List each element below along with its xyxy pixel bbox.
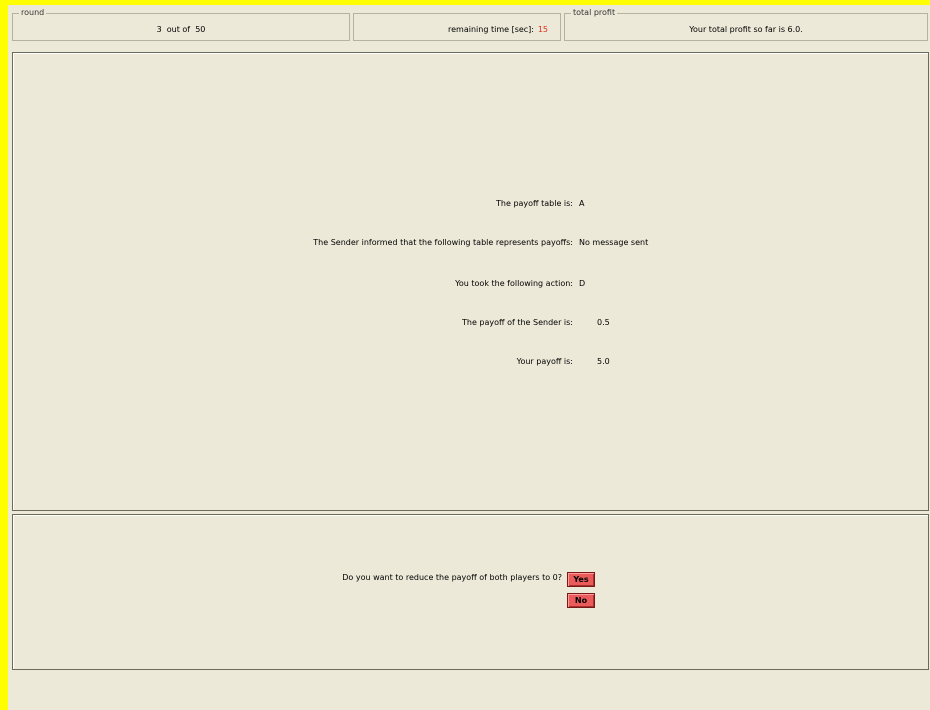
your-payoff-label: Your payoff is: [516, 357, 573, 366]
sender-message-value: No message sent [579, 238, 649, 247]
action-value: D [579, 279, 586, 288]
timer-value: 15 [537, 25, 548, 34]
payoff-table-value: A [579, 199, 585, 208]
sender-payoff-value: 0.5 [597, 318, 610, 327]
profit-group-title: total profit [571, 8, 618, 18]
timer-group: remaining time [sec]: 15 [353, 13, 561, 41]
round-counter: 3 out of 50 [156, 25, 206, 34]
action-label: You took the following action: [455, 279, 573, 288]
yes-button[interactable]: Yes [567, 572, 595, 587]
sender-payoff-label: The payoff of the Sender is: [462, 318, 573, 327]
timer-label: remaining time [sec]: [448, 25, 534, 34]
results-panel: The payoff table is: A The Sender inform… [12, 52, 929, 511]
sender-message-label: The Sender informed that the following t… [313, 238, 573, 247]
round-group-title: round [19, 8, 47, 18]
profit-group: total profit Your total profit so far is… [564, 8, 928, 41]
left-border [0, 0, 8, 710]
decision-panel: Do you want to reduce the payoff of both… [12, 514, 929, 670]
your-payoff-value: 5.0 [597, 357, 610, 366]
no-button[interactable]: No [567, 593, 595, 608]
reduce-payoff-question: Do you want to reduce the payoff of both… [342, 573, 562, 582]
total-profit-text: Your total profit so far is 6.0. [689, 25, 803, 34]
round-group: round 3 out of 50 [12, 8, 350, 41]
payoff-table-label: The payoff table is: [496, 199, 573, 208]
